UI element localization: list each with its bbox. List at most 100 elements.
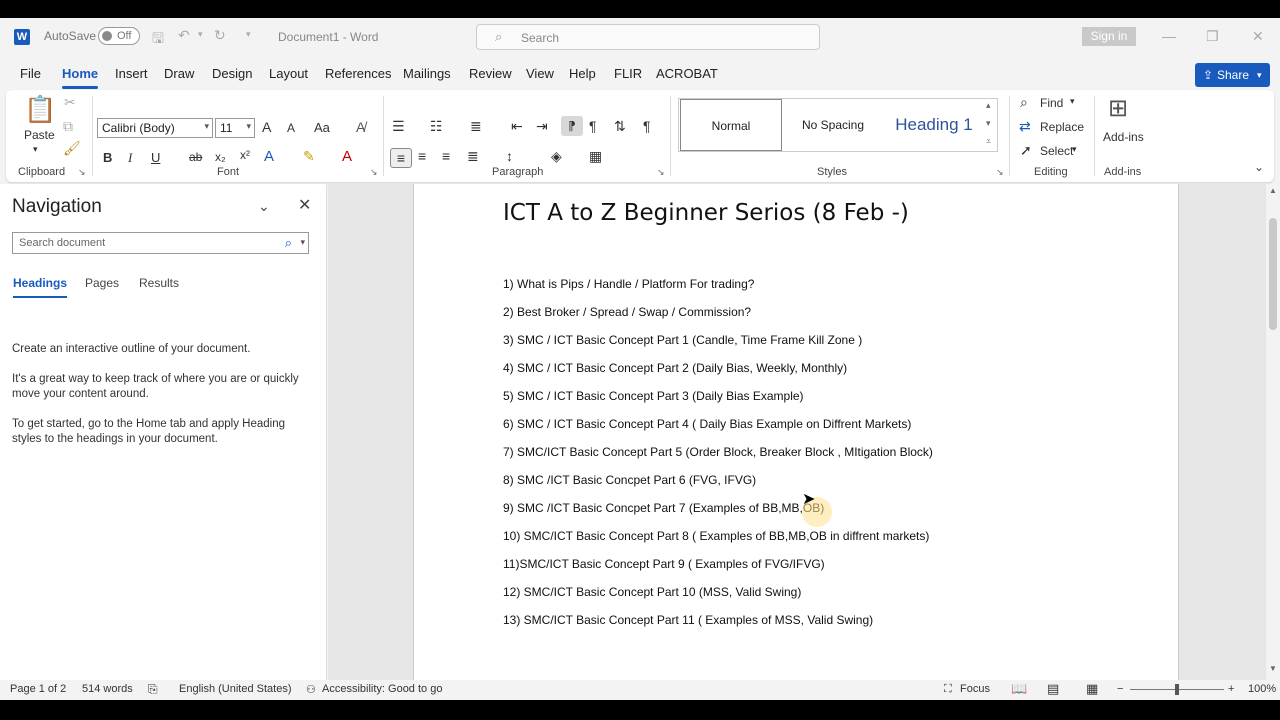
show-marks-icon[interactable]: ¶ [643, 118, 651, 134]
document-line[interactable]: 4) SMC / ICT Basic Concept Part 2 (Daily… [503, 361, 847, 375]
strikethrough-icon[interactable]: ab [189, 150, 202, 164]
format-painter-icon[interactable]: 🖌 [63, 140, 81, 157]
styles-up-icon[interactable]: ▴ [986, 100, 991, 111]
tab-layout[interactable]: Layout [269, 66, 308, 81]
sign-in-button[interactable]: Sign in [1082, 27, 1136, 46]
document-line[interactable]: 3) SMC / ICT Basic Concept Part 1 (Candl… [503, 333, 862, 347]
tab-mailings[interactable]: Mailings [403, 66, 451, 81]
style-no-spacing[interactable]: No Spacing [782, 99, 884, 151]
share-button[interactable]: ⇪ Share ▾ [1195, 63, 1270, 87]
chevron-down-icon[interactable]: ▾ [300, 237, 305, 248]
bullets-icon[interactable]: ☰ [392, 118, 405, 135]
underline-icon[interactable]: U [151, 150, 160, 165]
shading-icon[interactable]: ◈ [551, 148, 562, 165]
subscript-icon[interactable]: x₂ [215, 150, 226, 164]
zoom-level[interactable]: 100% [1248, 683, 1276, 695]
zoom-in-button[interactable]: + [1228, 683, 1234, 695]
save-icon[interactable]: 🖫 [152, 28, 164, 52]
sort-icon[interactable]: ⇅ [614, 118, 626, 135]
select-dropdown-icon[interactable]: ▾ [1072, 144, 1077, 155]
decrease-indent-icon[interactable]: ⇤ [511, 118, 523, 135]
undo-dropdown-icon[interactable]: ▾ [198, 29, 203, 40]
select-button[interactable]: Select [1040, 144, 1073, 158]
find-dropdown-icon[interactable]: ▾ [1070, 96, 1075, 107]
nav-tab-headings[interactable]: Headings [13, 276, 68, 298]
style-heading-1[interactable]: Heading 1 [883, 99, 985, 151]
tab-file[interactable]: File [20, 66, 41, 81]
scrollbar-thumb[interactable] [1269, 218, 1277, 330]
web-layout-icon[interactable]: ▦ [1086, 681, 1098, 697]
vertical-scrollbar[interactable]: ▲ ▼ [1266, 184, 1280, 680]
document-line[interactable]: 6) SMC / ICT Basic Concept Part 4 ( Dail… [503, 417, 911, 431]
document-line[interactable]: 7) SMC/ICT Basic Concept Part 5 (Order B… [503, 445, 933, 459]
scroll-up-icon[interactable]: ▲ [1269, 186, 1277, 195]
document-line[interactable]: 5) SMC / ICT Basic Concept Part 3 (Daily… [503, 389, 804, 403]
styles-down-icon[interactable]: ▾ [986, 118, 991, 129]
nav-tab-results[interactable]: Results [139, 276, 179, 290]
grow-font-icon[interactable]: A [262, 119, 271, 135]
multilevel-list-icon[interactable]: ≣ [470, 118, 482, 135]
zoom-out-button[interactable]: − [1117, 683, 1123, 695]
align-right-icon[interactable]: ≡ [442, 148, 450, 164]
tab-design[interactable]: Design [212, 66, 252, 81]
page-count[interactable]: Page 1 of 2 [10, 683, 66, 695]
print-layout-icon[interactable]: ▤ [1047, 681, 1059, 697]
proofing-icon[interactable]: ⎘ [148, 682, 158, 697]
replace-icon[interactable]: ⇄ [1019, 118, 1031, 135]
cut-icon[interactable]: ✂ [64, 94, 76, 111]
search-document-input[interactable]: Search document ⌕ ▾ [12, 232, 309, 254]
redo-icon[interactable]: ↻ [214, 27, 226, 44]
customize-toolbar-icon[interactable]: ▾ [246, 29, 251, 40]
style-normal[interactable]: Normal [680, 99, 782, 151]
copy-icon[interactable]: ⧉ [63, 118, 73, 135]
add-ins-button[interactable]: Add-ins [1103, 130, 1144, 144]
change-case-icon[interactable]: Aa [314, 120, 330, 135]
tab-help[interactable]: Help [569, 66, 596, 81]
add-ins-icon[interactable]: ⊞ [1108, 94, 1128, 123]
tab-references[interactable]: References [325, 66, 391, 81]
document-line[interactable]: 9) SMC /ICT Basic Concpet Part 7 (Exampl… [503, 501, 824, 515]
ltr-icon[interactable]: ¶ [589, 118, 597, 134]
font-launcher-icon[interactable]: ↘ [370, 167, 378, 178]
highlight-icon[interactable]: ✎ [303, 148, 315, 165]
document-heading[interactable]: ICT A to Z Beginner Serios (8 Feb -) [503, 200, 909, 226]
increase-indent-icon[interactable]: ⇥ [536, 118, 548, 135]
styles-more-icon[interactable]: ⩡ [986, 136, 991, 147]
document-line[interactable]: 10) SMC/ICT Basic Concept Part 8 ( Examp… [503, 529, 929, 543]
tab-view[interactable]: View [526, 66, 554, 81]
restore-button[interactable]: ❐ [1206, 28, 1219, 45]
document-line[interactable]: 8) SMC /ICT Basic Concpet Part 6 (FVG, I… [503, 473, 756, 487]
search-box[interactable]: ⌕ Search [476, 24, 820, 50]
undo-icon[interactable]: ↶ [178, 27, 190, 44]
borders-icon[interactable]: ▦ [589, 148, 602, 165]
bold-icon[interactable]: B [103, 150, 112, 165]
read-mode-icon[interactable]: 📖 [1011, 681, 1027, 697]
font-color-icon[interactable]: A [342, 148, 352, 165]
text-effects-icon[interactable]: A [264, 148, 274, 165]
close-icon[interactable]: ✕ [298, 195, 311, 215]
line-spacing-icon[interactable]: ↕ [506, 148, 513, 164]
select-icon[interactable]: ➚ [1020, 142, 1032, 159]
word-count[interactable]: 514 words [82, 683, 133, 695]
font-name-combo[interactable]: Calibri (Body) ▾ [97, 118, 213, 138]
styles-launcher-icon[interactable]: ↘ [996, 167, 1004, 178]
find-button[interactable]: Find [1040, 96, 1063, 110]
paste-label[interactable]: Paste [24, 128, 55, 142]
numbering-icon[interactable]: ☷ [430, 118, 443, 135]
align-left-icon[interactable]: ≡ [390, 148, 412, 168]
paste-icon[interactable]: 📋 [24, 94, 56, 125]
tab-insert[interactable]: Insert [115, 66, 148, 81]
tab-acrobat[interactable]: ACROBAT [656, 66, 718, 81]
tab-review[interactable]: Review [469, 66, 512, 81]
focus-icon[interactable]: ⛶ [944, 683, 952, 696]
search-icon[interactable]: ⌕ [285, 235, 292, 251]
rtl-icon[interactable]: ⁋ [561, 116, 583, 136]
tab-flir[interactable]: FLIR [614, 66, 642, 81]
paragraph-launcher-icon[interactable]: ↘ [657, 167, 665, 178]
superscript-icon[interactable]: x² [240, 148, 250, 162]
document-line[interactable]: 12) SMC/ICT Basic Concept Part 10 (MSS, … [503, 585, 801, 599]
justify-icon[interactable]: ≣ [467, 148, 479, 165]
focus-button[interactable]: Focus [960, 683, 990, 695]
tab-draw[interactable]: Draw [164, 66, 194, 81]
paste-dropdown-icon[interactable]: ▾ [33, 144, 38, 155]
